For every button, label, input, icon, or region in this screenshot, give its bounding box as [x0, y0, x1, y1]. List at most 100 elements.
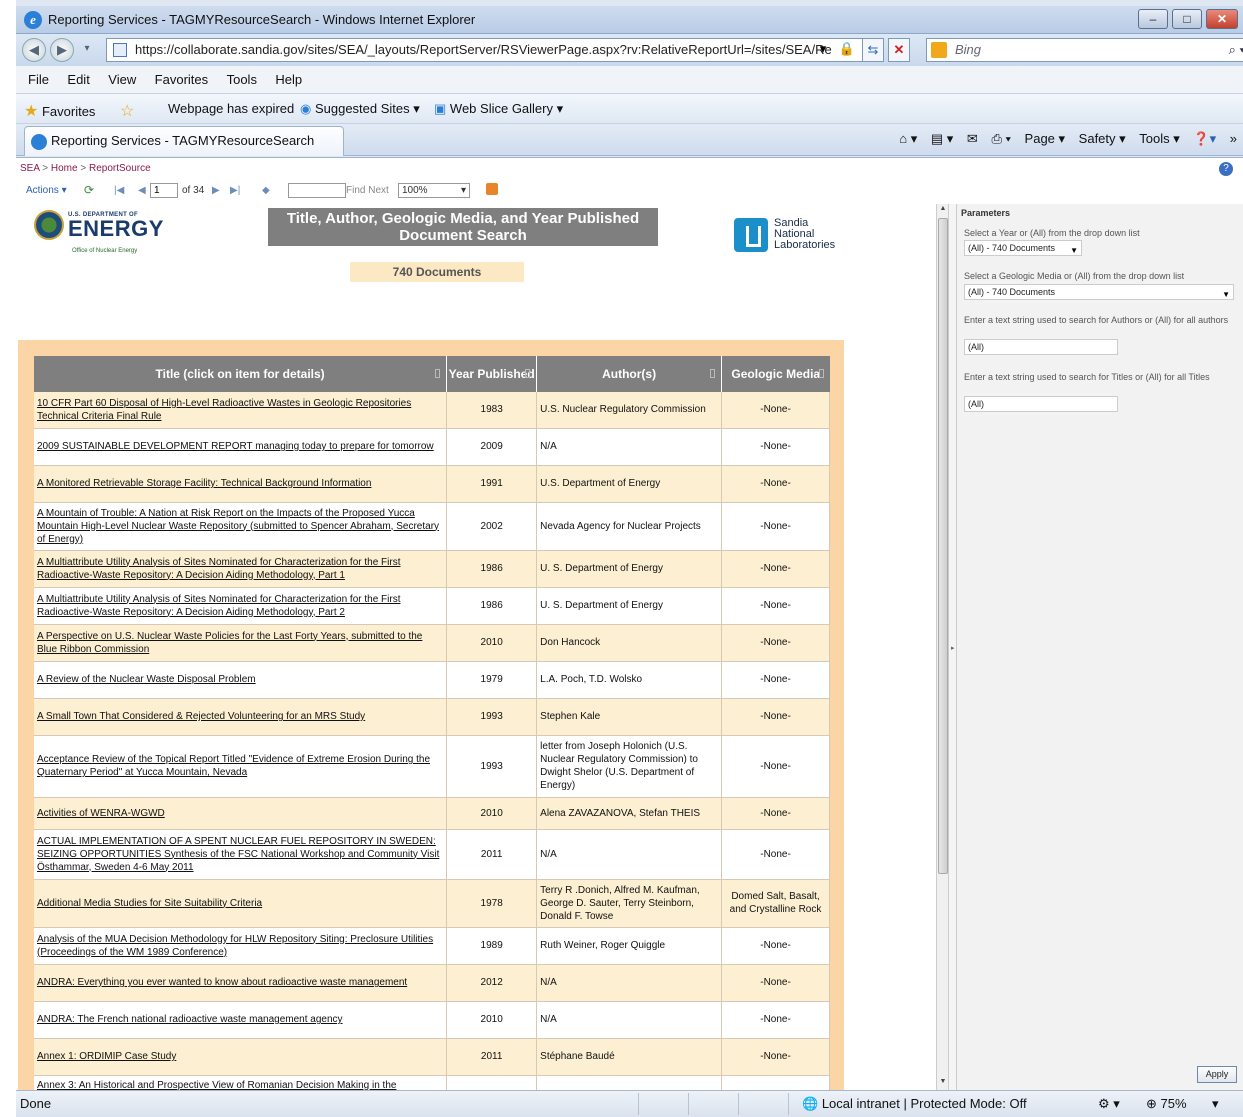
expired-link[interactable]: Webpage has expired: [168, 101, 294, 116]
sort-icon[interactable]: [710, 369, 716, 378]
cell-title[interactable]: A Review of the Nuclear Waste Disposal P…: [34, 661, 448, 699]
menu-help[interactable]: Help: [275, 66, 302, 94]
overflow-icon[interactable]: »: [1230, 131, 1237, 146]
scroll-thumb[interactable]: [938, 218, 948, 874]
web-slice-link[interactable]: ▣ Web Slice Gallery ▾: [434, 101, 563, 117]
title-link[interactable]: Annex 1: ORDIMIP Case Study: [37, 1051, 176, 1062]
cell-title[interactable]: A Monitored Retrievable Storage Facility…: [34, 465, 448, 503]
page-number-input[interactable]: [150, 183, 178, 198]
prev-page-icon[interactable]: ◀: [138, 185, 146, 196]
print-icon[interactable]: ⎙ ▾: [991, 131, 1010, 146]
cell-title[interactable]: A Multiattribute Utility Analysis of Sit…: [34, 550, 448, 588]
add-favorite-button[interactable]: ☆: [120, 101, 134, 121]
sort-icon[interactable]: [525, 369, 531, 378]
title-link[interactable]: Activities of WENRA-WGWD: [37, 808, 165, 819]
menu-view[interactable]: View: [108, 66, 136, 94]
page-menu[interactable]: Page ▾: [1025, 131, 1066, 146]
search-input[interactable]: Bing ⌕ ▾: [926, 38, 1243, 62]
next-page-icon[interactable]: ▶: [212, 185, 220, 196]
help-icon[interactable]: ?: [1219, 162, 1233, 176]
cell-title[interactable]: A Small Town That Considered & Rejected …: [34, 698, 448, 736]
title-link[interactable]: Additional Media Studies for Site Suitab…: [37, 898, 262, 909]
author-input[interactable]: (All): [964, 339, 1118, 355]
media-select[interactable]: (All) - 740 Documents ▼: [964, 284, 1234, 300]
zoom-dropdown-icon[interactable]: ▾: [1212, 1096, 1219, 1112]
column-header-title[interactable]: Title (click on item for details): [34, 356, 448, 392]
maximize-button[interactable]: □: [1172, 9, 1202, 29]
column-header-year[interactable]: Year Published: [446, 356, 538, 392]
find-next-link[interactable]: Find Next: [346, 185, 389, 196]
title-link[interactable]: 2009 SUSTAINABLE DEVELOPMENT REPORT mana…: [37, 441, 434, 452]
title-link[interactable]: Annex 3: An Historical and Prospective V…: [37, 1080, 396, 1091]
menu-tools[interactable]: Tools: [227, 66, 257, 94]
cell-title[interactable]: Annex 3: An Historical and Prospective V…: [34, 1075, 448, 1091]
title-link[interactable]: Analysis of the MUA Decision Methodology…: [37, 934, 433, 958]
cell-title[interactable]: Activities of WENRA-WGWD: [34, 797, 448, 830]
cell-title[interactable]: ACTUAL IMPLEMENTATION OF A SPENT NUCLEAR…: [34, 829, 448, 880]
refresh-report-icon[interactable]: ⟳: [84, 183, 94, 197]
title-link[interactable]: 10 CFR Part 60 Disposal of High-Level Ra…: [37, 398, 411, 422]
security-zone[interactable]: 🌐 Local intranet | Protected Mode: Off: [802, 1096, 1027, 1112]
title-link[interactable]: ANDRA: The French national radioactive w…: [37, 1014, 343, 1025]
title-link[interactable]: ACTUAL IMPLEMENTATION OF A SPENT NUCLEAR…: [37, 836, 439, 873]
cell-title[interactable]: Acceptance Review of the Topical Report …: [34, 735, 448, 798]
apply-button[interactable]: Apply: [1197, 1066, 1237, 1083]
title-link[interactable]: A Review of the Nuclear Waste Disposal P…: [37, 674, 256, 685]
cell-title[interactable]: Annex 1: ORDIMIP Case Study: [34, 1038, 448, 1076]
tools-menu[interactable]: Tools ▾: [1139, 131, 1180, 146]
feeds-icon[interactable]: ▤ ▾: [931, 131, 953, 146]
export-icon[interactable]: [486, 183, 498, 195]
find-input[interactable]: [288, 183, 346, 198]
zoom-select[interactable]: 100% ▾: [398, 183, 470, 198]
sort-icon[interactable]: [818, 369, 824, 378]
sort-icon[interactable]: [435, 369, 441, 378]
title-search-input[interactable]: (All): [964, 396, 1118, 412]
title-link[interactable]: A Monitored Retrievable Storage Facility…: [37, 478, 371, 489]
favorites-button[interactable]: ★ Favorites: [24, 101, 95, 121]
year-select[interactable]: (All) - 740 Documents ▼: [964, 240, 1082, 256]
report-scrollbar[interactable]: ▲ ▼: [936, 204, 948, 1090]
zoom-control[interactable]: ⊕ 75%: [1146, 1096, 1187, 1112]
breadcrumb-sea[interactable]: SEA: [20, 163, 39, 174]
cell-title[interactable]: A Multiattribute Utility Analysis of Sit…: [34, 587, 448, 625]
scroll-up-icon[interactable]: ▲: [938, 205, 948, 217]
column-header-media[interactable]: Geologic Media: [721, 356, 830, 392]
cell-title[interactable]: 10 CFR Part 60 Disposal of High-Level Ra…: [34, 392, 448, 429]
mail-icon[interactable]: ✉: [967, 131, 978, 146]
scroll-down-icon[interactable]: ▼: [938, 1078, 948, 1090]
title-link[interactable]: A Mountain of Trouble: A Nation at Risk …: [37, 508, 439, 545]
address-dropdown-icon[interactable]: ▾: [812, 38, 834, 62]
close-button[interactable]: ✕: [1206, 9, 1238, 29]
history-dropdown-icon[interactable]: ▾: [78, 38, 96, 62]
address-bar[interactable]: https://collaborate.sandia.gov/sites/SEA…: [106, 38, 866, 62]
menu-file[interactable]: File: [28, 66, 49, 94]
suggested-sites-link[interactable]: ◉ Suggested Sites ▾: [300, 101, 420, 117]
breadcrumb-home[interactable]: Home: [51, 163, 78, 174]
lock-icon[interactable]: 🔒: [836, 38, 858, 62]
cell-title[interactable]: Additional Media Studies for Site Suitab…: [34, 879, 448, 928]
first-page-icon[interactable]: |◀: [114, 185, 124, 196]
menu-edit[interactable]: Edit: [67, 66, 89, 94]
actions-menu[interactable]: Actions ▾: [26, 185, 67, 196]
breadcrumb-reportsource[interactable]: ReportSource: [89, 163, 151, 174]
parameter-splitter[interactable]: ▸: [948, 204, 957, 1090]
title-link[interactable]: A Small Town That Considered & Rejected …: [37, 711, 365, 722]
cell-title[interactable]: A Perspective on U.S. Nuclear Waste Poli…: [34, 624, 448, 662]
back-button[interactable]: ◀: [22, 38, 46, 62]
cell-title[interactable]: 2009 SUSTAINABLE DEVELOPMENT REPORT mana…: [34, 428, 448, 466]
column-header-authors[interactable]: Author(s): [536, 356, 723, 392]
menu-favorites[interactable]: Favorites: [155, 66, 208, 94]
safety-menu[interactable]: Safety ▾: [1079, 131, 1126, 146]
tab-reporting-services[interactable]: Reporting Services - TAGMYResourceSearch: [24, 126, 344, 156]
search-icon[interactable]: ⌕ ▾: [1229, 39, 1243, 61]
cell-title[interactable]: Analysis of the MUA Decision Methodology…: [34, 927, 448, 965]
forward-button[interactable]: ▶: [50, 38, 74, 62]
home-icon[interactable]: ⌂ ▾: [899, 131, 917, 146]
title-link[interactable]: A Multiattribute Utility Analysis of Sit…: [37, 557, 400, 581]
cell-title[interactable]: ANDRA: The French national radioactive w…: [34, 1001, 448, 1039]
splitter-arrow-icon[interactable]: ▸: [951, 644, 955, 652]
stop-icon[interactable]: ✕: [888, 38, 910, 62]
refresh-icon[interactable]: ⇆: [862, 38, 884, 62]
protected-mode-icon[interactable]: ⚙ ▾: [1098, 1096, 1120, 1112]
cell-title[interactable]: ANDRA: Everything you ever wanted to kno…: [34, 964, 448, 1002]
